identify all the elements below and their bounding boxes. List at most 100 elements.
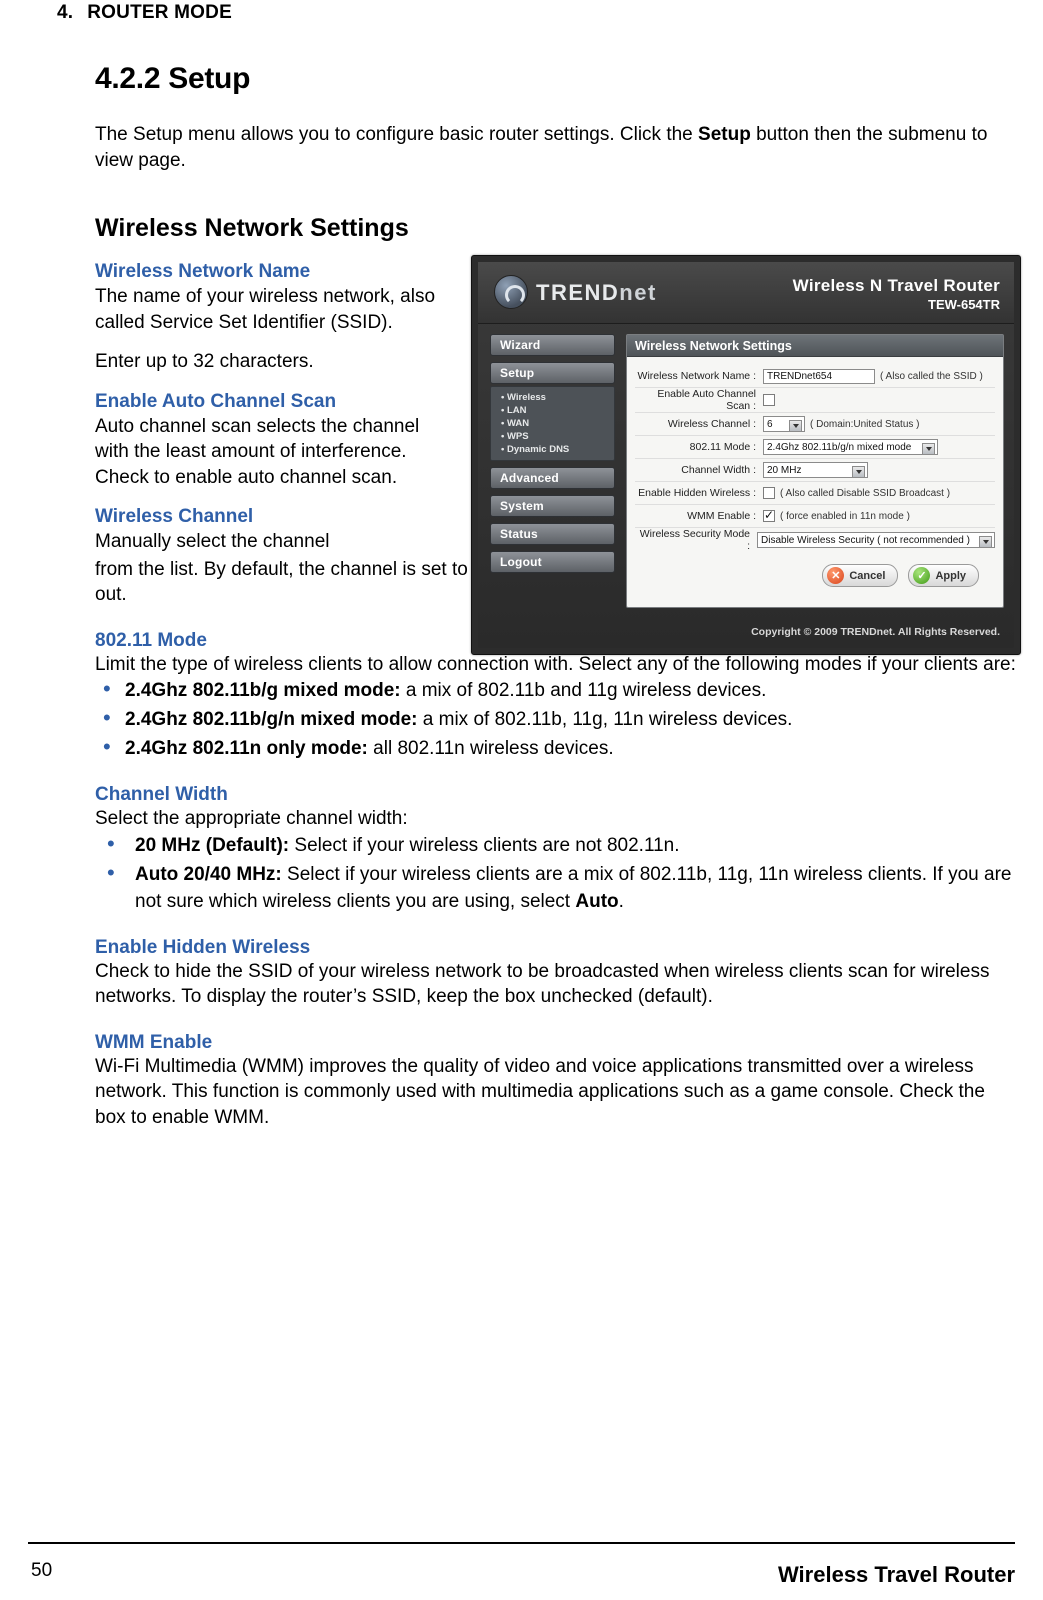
submenu-item-wireless[interactable]: Wireless (501, 391, 614, 404)
trendnet-logo-icon (494, 275, 528, 309)
settings-form: Wireless Network Name : TRENDnet654 ( Al… (627, 357, 1003, 593)
product-name: Wireless N Travel Router (792, 276, 1000, 295)
select-security-mode-value: Disable Wireless Security ( not recommen… (761, 534, 970, 546)
label-channel-width: Channel Width : (681, 464, 756, 476)
panel-title: Wireless Network Settings (627, 335, 1003, 357)
brand-name: TRENDnet (536, 280, 657, 306)
list-item: Auto 20/40 MHz: Select if your wireless … (95, 859, 1020, 915)
text-channel-width: Select the appropriate channel width: (95, 808, 408, 829)
router-admin-screenshot: TRENDnet Wireless N Travel Router TEW-65… (471, 255, 1021, 655)
brand-lower: net (619, 280, 657, 305)
checkbox-wmm-enable[interactable] (763, 508, 775, 522)
field-row-channel-width: Channel Width : 20 MHz (635, 459, 995, 482)
label-security-mode: Wireless Security Mode : (639, 528, 750, 552)
copyright-text: Copyright © 2009 TRENDnet. All Rights Re… (751, 626, 1000, 638)
select-security-mode[interactable]: Disable Wireless Security ( not recommen… (757, 532, 995, 548)
text-wireless-channel: Manually select the channel (95, 531, 330, 552)
select-channel-width[interactable]: 20 MHz (763, 462, 868, 478)
menu-item-wizard[interactable]: Wizard (490, 334, 615, 356)
router-sidebar-menu: Wizard Setup Wireless LAN WAN WPS Dynami… (490, 334, 615, 579)
bullet-rest: a mix of 802.11b, 11g, 11n wireless devi… (417, 709, 793, 730)
text-enter-characters: Enter up to 32 characters. (95, 351, 314, 372)
list-item: 20 MHz (Default): Select if your wireles… (95, 830, 1020, 859)
hint-wireless-channel: ( Domain:United Status ) (810, 418, 920, 430)
subsection-heading: Wireless Network Settings (95, 214, 409, 242)
product-model: TEW-654TR (928, 297, 1000, 312)
select-80211-mode[interactable]: 2.4Ghz 802.11b/g/n mixed mode (763, 439, 938, 455)
bullet-rest-bold: Auto (575, 890, 619, 912)
checkbox-hidden-wireless[interactable] (763, 487, 775, 499)
block-wmm-enable: WMM Enable Wi-Fi Multimedia (WMM) improv… (95, 1032, 1020, 1131)
select-wireless-channel[interactable]: 6 (763, 416, 805, 432)
heading-wireless-channel: Wireless Channel (95, 506, 254, 527)
cancel-button[interactable]: ✕ Cancel (822, 564, 899, 587)
cancel-icon: ✕ (827, 567, 845, 584)
form-buttons: ✕ Cancel ✓ Apply (635, 552, 995, 587)
text-wmm-enable: Wi-Fi Multimedia (WMM) improves the qual… (95, 1055, 985, 1128)
bullet-rest: Select if your wireless clients are not … (289, 834, 680, 856)
cancel-button-label: Cancel (849, 569, 886, 582)
label-auto-channel-scan: Enable Auto Channel Scan : (657, 388, 756, 412)
left-text-column: Wireless Network Name The name of your w… (95, 259, 445, 555)
label-hidden-wireless: Enable Hidden Wireless : (638, 487, 756, 499)
menu-item-logout[interactable]: Logout (490, 551, 615, 573)
hint-hidden-wireless: ( Also called Disable SSID Broadcast ) (780, 487, 951, 499)
checkbox-auto-channel-scan[interactable] (763, 394, 775, 406)
list-item: 2.4Ghz 802.11b/g/n mixed mode: a mix of … (95, 704, 1020, 733)
hint-wmm-enable: ( force enabled in 11n mode ) (780, 510, 910, 522)
split-region: Wireless Network Name The name of your w… (95, 255, 1021, 655)
select-80211-mode-value: 2.4Ghz 802.11b/g/n mixed mode (767, 441, 912, 453)
block-hidden-wireless: Enable Hidden Wireless Check to hide the… (95, 937, 1020, 1010)
submenu-item-lan[interactable]: LAN (501, 404, 614, 417)
menu-item-advanced[interactable]: Advanced (490, 467, 615, 489)
bullet-bold: 2.4Ghz 802.11b/g/n mixed mode: (125, 709, 418, 730)
bullet-rest: a mix of 802.11b and 11g wireless device… (400, 680, 767, 701)
chevron-down-icon (926, 447, 932, 451)
intro-part1: The Setup menu allows you to configure b… (95, 124, 699, 145)
bullet-bold: 2.4Ghz 802.11b/g mixed mode: (125, 680, 401, 701)
setup-submenu: Wireless LAN WAN WPS Dynamic DNS (490, 386, 615, 461)
bullet-bold: 2.4Ghz 802.11n only mode: (125, 738, 368, 759)
submenu-item-wps[interactable]: WPS (501, 430, 614, 443)
label-wmm-enable: WMM Enable : (687, 510, 756, 522)
chevron-down-icon (856, 470, 862, 474)
label-80211-mode: 802.11 Mode : (689, 441, 756, 453)
heading-wireless-network-name: Wireless Network Name (95, 261, 311, 282)
menu-item-status[interactable]: Status (490, 523, 615, 545)
menu-item-setup[interactable]: Setup (490, 362, 615, 384)
apply-button-label: Apply (935, 569, 966, 582)
heading-hidden-wireless: Enable Hidden Wireless (95, 936, 311, 958)
chevron-down-icon (983, 540, 989, 544)
text-hidden-wireless: Check to hide the SSID of your wireless … (95, 960, 990, 1008)
text-enable-auto-channel-scan: Auto channel scan selects the channel wi… (95, 415, 420, 488)
field-row-wireless-channel: Wireless Channel : 6 ( Domain:United Sta… (635, 413, 995, 436)
footer-title: Wireless Travel Router (777, 1562, 1015, 1587)
list-item: 2.4Ghz 802.11b/g mixed mode: a mix of 80… (95, 675, 1020, 704)
field-row-security-mode: Wireless Security Mode : Disable Wireles… (635, 528, 995, 552)
bullet-rest-tail: . (618, 890, 624, 912)
field-row-80211-mode: 802.11 Mode : 2.4Ghz 802.11b/g/n mixed m… (635, 436, 995, 459)
field-row-auto-channel-scan: Enable Auto Channel Scan : (635, 388, 995, 413)
list-80211-modes: 2.4Ghz 802.11b/g mixed mode: a mix of 80… (95, 675, 1020, 762)
submenu-item-dynamic-dns[interactable]: Dynamic DNS (501, 443, 614, 456)
menu-item-system[interactable]: System (490, 495, 615, 517)
brand-upper: TREND (536, 280, 620, 305)
submenu-item-wan[interactable]: WAN (501, 417, 614, 430)
intro-paragraph: The Setup menu allows you to configure b… (95, 122, 1020, 174)
chapter-heading: 4. ROUTER MODE (57, 2, 232, 24)
check-icon: ✓ (913, 567, 931, 584)
page-title: 4.2.2 Setup (95, 62, 251, 95)
label-wireless-channel: Wireless Channel : (667, 418, 756, 430)
input-network-name[interactable]: TRENDnet654 (763, 368, 875, 384)
field-row-hidden-wireless: Enable Hidden Wireless : ( Also called D… (635, 482, 995, 505)
heading-channel-width: Channel Width (95, 784, 228, 805)
screenshot-inner: TRENDnet Wireless N Travel Router TEW-65… (478, 262, 1014, 648)
screenshot-topbar: TRENDnet Wireless N Travel Router TEW-65… (478, 262, 1014, 324)
hint-network-name: ( Also called the SSID ) (880, 370, 983, 382)
bullet-bold: Auto 20/40 MHz: (135, 863, 282, 885)
document-content: 4.2.2 Setup The Setup menu allows you to… (95, 62, 1021, 1152)
text-80211-mode: Limit the type of wireless clients to al… (95, 653, 1016, 675)
apply-button[interactable]: ✓ Apply (908, 564, 979, 587)
text-wireless-network-name: The name of your wireless network, also … (95, 286, 436, 333)
chapter-number: 4. (57, 2, 74, 23)
